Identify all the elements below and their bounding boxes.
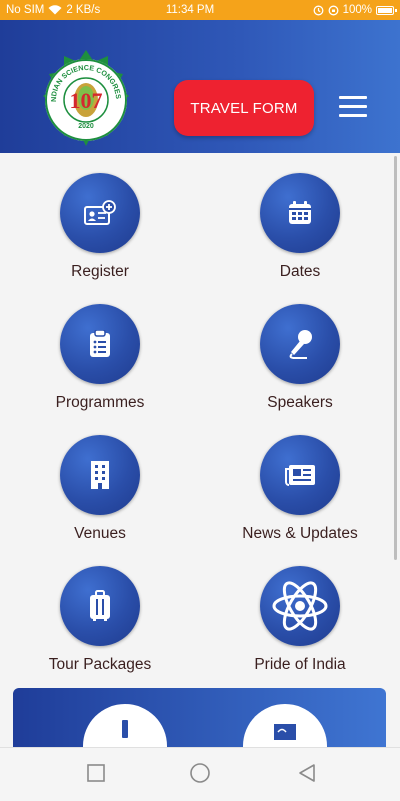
venues-button-circle[interactable] xyxy=(60,435,140,515)
logo-year: 2020 xyxy=(78,123,94,130)
system-nav-bar xyxy=(0,747,400,801)
tile-programmes[interactable]: Programmes xyxy=(0,284,200,415)
bottom-banner xyxy=(13,688,386,748)
banner-item-left[interactable] xyxy=(83,704,167,748)
logo-number: 107 xyxy=(70,88,103,113)
tile-pride-of-india[interactable]: Pride of India xyxy=(200,546,400,677)
rotation-lock-icon xyxy=(328,5,339,15)
dates-label: Dates xyxy=(279,263,321,280)
tour-packages-button-circle[interactable] xyxy=(60,566,140,646)
register-label: Register xyxy=(71,263,129,280)
microphone-icon xyxy=(289,330,312,359)
brochure-icon xyxy=(274,724,296,740)
triangle-back-icon[interactable] xyxy=(296,762,318,784)
news-button-circle[interactable] xyxy=(260,435,340,515)
square-recents-icon[interactable] xyxy=(85,762,107,784)
carrier-text: No SIM xyxy=(6,4,45,16)
tile-speakers[interactable]: Speakers xyxy=(200,284,400,415)
news-label: News & Updates xyxy=(242,525,358,542)
id-card-plus-icon xyxy=(84,200,116,225)
tile-tour-packages[interactable]: Tour Packages xyxy=(0,546,200,677)
register-button-circle[interactable] xyxy=(60,173,140,253)
dates-button-circle[interactable] xyxy=(260,173,340,253)
bottle-icon xyxy=(122,720,128,738)
speakers-label: Speakers xyxy=(267,394,333,411)
status-left: No SIM 2 KB/s xyxy=(6,4,156,16)
battery-percent: 100% xyxy=(342,4,372,16)
app-header: INDIAN SCIENCE CONGRESS 107 2020 TRAVEL … xyxy=(0,20,400,153)
calendar-icon xyxy=(289,201,311,224)
newspaper-icon xyxy=(285,465,315,486)
alarm-icon xyxy=(313,5,324,15)
tile-news[interactable]: News & Updates xyxy=(200,415,400,546)
hamburger-menu-icon[interactable] xyxy=(339,96,367,118)
tile-venues[interactable]: Venues xyxy=(0,415,200,546)
tile-register[interactable]: Register xyxy=(0,153,200,284)
network-speed: 2 KB/s xyxy=(66,4,101,16)
status-right: 100% xyxy=(244,4,397,16)
scrollbar[interactable] xyxy=(394,156,397,560)
battery-icon xyxy=(376,5,397,15)
wifi-icon xyxy=(48,5,62,15)
venues-label: Venues xyxy=(74,525,126,542)
menu-grid: Register Dates Programmes Speakers Venue… xyxy=(0,153,400,693)
tour-packages-label: Tour Packages xyxy=(48,656,152,673)
programmes-button-circle[interactable] xyxy=(60,304,140,384)
banner-item-right[interactable] xyxy=(243,704,327,748)
pride-button-circle[interactable] xyxy=(260,566,340,646)
congress-logo: INDIAN SCIENCE CONGRESS 107 2020 xyxy=(34,48,129,146)
atom-icon xyxy=(272,581,328,631)
clock: 11:34 PM xyxy=(165,4,215,16)
tile-dates[interactable]: Dates xyxy=(200,153,400,284)
speakers-button-circle[interactable] xyxy=(260,304,340,384)
circle-home-icon[interactable] xyxy=(189,762,211,784)
clipboard-list-icon xyxy=(90,330,110,357)
luggage-icon xyxy=(90,590,110,621)
building-icon xyxy=(91,461,109,489)
pride-of-india-label: Pride of India xyxy=(254,656,346,673)
programmes-label: Programmes xyxy=(55,394,145,411)
travel-form-button[interactable]: TRAVEL FORM xyxy=(174,80,314,136)
status-bar: No SIM 2 KB/s 11:34 PM 100% xyxy=(0,0,400,20)
